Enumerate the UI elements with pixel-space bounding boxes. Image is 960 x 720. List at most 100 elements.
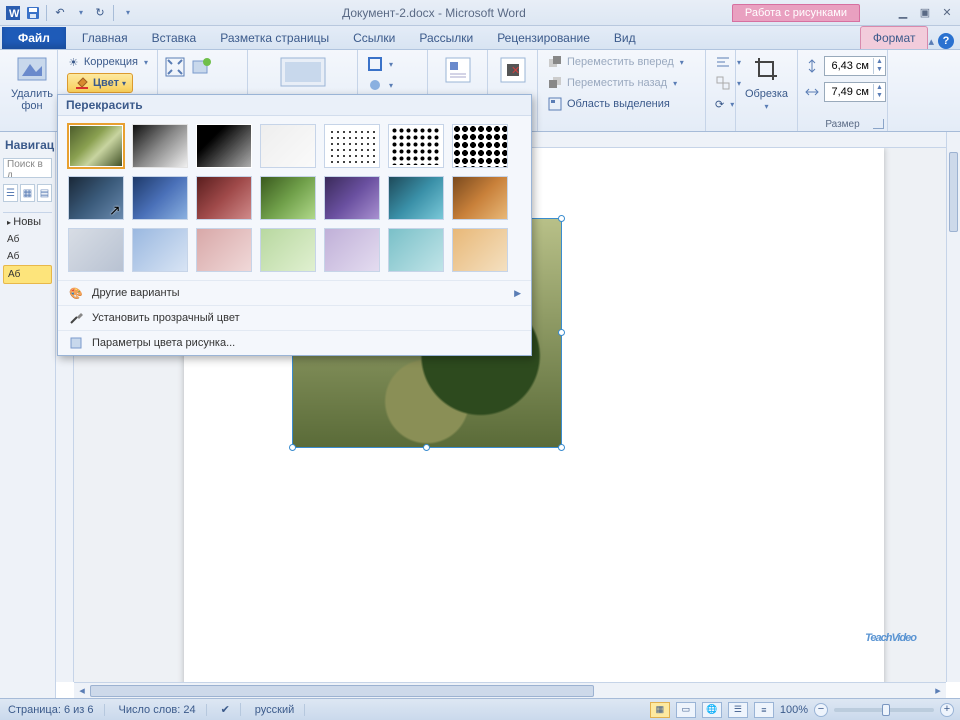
- ribbon-collapse-icon[interactable]: ▴: [928, 35, 934, 48]
- recolor-swatch-none[interactable]: [68, 124, 124, 168]
- vertical-scrollbar[interactable]: [946, 132, 960, 682]
- resize-handle-e[interactable]: [558, 329, 565, 336]
- recolor-swatch[interactable]: [68, 228, 124, 272]
- scroll-right-icon[interactable]: ▸: [930, 684, 946, 698]
- tab-file[interactable]: Файл: [2, 27, 66, 49]
- recolor-swatch-hover[interactable]: [68, 176, 124, 220]
- tab-mailings[interactable]: Рассылки: [407, 27, 485, 49]
- status-page[interactable]: Страница: 6 из 6: [6, 704, 105, 716]
- close-icon[interactable]: ✕: [938, 6, 956, 20]
- nav-heading-new[interactable]: ▸ Новы: [3, 213, 52, 231]
- tab-view[interactable]: Вид: [602, 27, 648, 49]
- save-icon[interactable]: [24, 4, 42, 22]
- recolor-swatch[interactable]: [196, 228, 252, 272]
- view-outline[interactable]: ☰: [728, 702, 748, 718]
- help-icon[interactable]: ?: [938, 33, 954, 49]
- undo-icon[interactable]: ↶: [51, 4, 69, 22]
- recolor-swatch[interactable]: [324, 176, 380, 220]
- recolor-swatch[interactable]: [260, 124, 316, 168]
- tab-references[interactable]: Ссылки: [341, 27, 407, 49]
- picture-styles-gallery-icon[interactable]: [279, 54, 327, 90]
- scroll-left-icon[interactable]: ◂: [74, 684, 90, 698]
- recolor-swatch[interactable]: [132, 124, 188, 168]
- recolor-swatch[interactable]: [388, 176, 444, 220]
- recolor-swatch[interactable]: [452, 228, 508, 272]
- resize-handle-se[interactable]: [558, 444, 565, 451]
- nav-item-selected[interactable]: Аб: [3, 265, 52, 284]
- nav-item[interactable]: Аб: [3, 248, 52, 265]
- recolor-swatch[interactable]: [324, 124, 380, 168]
- redo-icon[interactable]: ↻: [91, 4, 109, 22]
- nav-item[interactable]: Аб: [3, 231, 52, 248]
- recolor-swatch[interactable]: [260, 228, 316, 272]
- color-button[interactable]: Цвет ▾: [64, 73, 151, 93]
- recolor-swatch[interactable]: [452, 176, 508, 220]
- corrections-button[interactable]: ☀ Коррекция: [64, 52, 151, 72]
- recolor-swatch[interactable]: [388, 228, 444, 272]
- compress-pictures-icon[interactable]: [164, 56, 186, 78]
- recolor-swatch[interactable]: [196, 176, 252, 220]
- recolor-swatch[interactable]: [388, 124, 444, 168]
- navigation-title: Навигац: [3, 136, 52, 154]
- scroll-thumb-h[interactable]: [90, 685, 594, 697]
- recolor-swatch[interactable]: [452, 124, 508, 168]
- view-full-screen[interactable]: ▭: [676, 702, 696, 718]
- recolor-swatch[interactable]: [196, 124, 252, 168]
- height-input[interactable]: ▲▼: [824, 56, 886, 76]
- resize-handle-ne[interactable]: [558, 215, 565, 222]
- nav-view-pages[interactable]: ▦: [20, 184, 35, 202]
- recolor-swatch[interactable]: [260, 176, 316, 220]
- resize-handle-sw[interactable]: [289, 444, 296, 451]
- horizontal-scrollbar[interactable]: ◂ ▸: [74, 682, 946, 698]
- picture-color-options-item[interactable]: Параметры цвета рисунка...: [58, 330, 531, 355]
- status-proofing[interactable]: ✔: [219, 703, 241, 716]
- tab-insert[interactable]: Вставка: [140, 27, 209, 49]
- navigation-search[interactable]: Поиск в д: [3, 158, 52, 178]
- recolor-swatch[interactable]: [132, 176, 188, 220]
- zoom-out-button[interactable]: −: [814, 703, 828, 717]
- zoom-level[interactable]: 100%: [780, 704, 808, 716]
- undo-dropdown[interactable]: [71, 4, 89, 22]
- zoom-slider-knob[interactable]: [882, 704, 890, 716]
- change-picture-icon[interactable]: [190, 56, 212, 78]
- zoom-in-button[interactable]: +: [940, 703, 954, 717]
- width-up[interactable]: ▲: [874, 84, 885, 92]
- align-button[interactable]: [712, 52, 729, 72]
- word-app-icon[interactable]: W: [4, 4, 22, 22]
- width-down[interactable]: ▼: [874, 92, 885, 100]
- scroll-thumb[interactable]: [949, 152, 958, 232]
- status-language[interactable]: русский: [253, 704, 305, 716]
- tab-home[interactable]: Главная: [70, 27, 140, 49]
- remove-background-button[interactable]: Удалить фон: [6, 52, 58, 114]
- status-word-count[interactable]: Число слов: 24: [117, 704, 207, 716]
- wrap-text-button[interactable]: ✕: [497, 54, 529, 86]
- tab-page-layout[interactable]: Разметка страницы: [208, 27, 341, 49]
- recolor-swatch[interactable]: [324, 228, 380, 272]
- height-up[interactable]: ▲: [874, 58, 885, 66]
- nav-view-results[interactable]: ▤: [37, 184, 52, 202]
- width-input[interactable]: ▲▼: [824, 82, 886, 102]
- view-draft[interactable]: ≡: [754, 702, 774, 718]
- recolor-swatch[interactable]: [132, 228, 188, 272]
- tab-format[interactable]: Формат: [860, 26, 929, 49]
- picture-effects-button[interactable]: [364, 75, 421, 95]
- more-variations-item[interactable]: 🎨 Другие варианты ▶: [58, 280, 531, 305]
- qat-customize[interactable]: [118, 4, 136, 22]
- nav-view-headings[interactable]: ☰: [3, 184, 18, 202]
- tab-review[interactable]: Рецензирование: [485, 27, 602, 49]
- view-web-layout[interactable]: 🌐: [702, 702, 722, 718]
- position-button[interactable]: [442, 54, 474, 86]
- rotate-button[interactable]: ⟳: [712, 94, 729, 114]
- picture-border-button[interactable]: [364, 54, 421, 74]
- crop-button[interactable]: Обрезка ▾: [741, 52, 793, 113]
- set-transparent-color-item[interactable]: Установить прозрачный цвет: [58, 305, 531, 330]
- selection-pane-button[interactable]: Область выделения: [544, 94, 699, 114]
- view-print-layout[interactable]: ▦: [650, 702, 670, 718]
- minimize-icon[interactable]: ▁: [894, 6, 912, 20]
- zoom-slider[interactable]: [834, 708, 934, 712]
- size-dialog-launcher[interactable]: [873, 119, 884, 129]
- height-down[interactable]: ▼: [874, 66, 885, 74]
- restore-icon[interactable]: ▣: [916, 6, 934, 20]
- resize-handle-s[interactable]: [423, 444, 430, 451]
- eyedropper-icon: [68, 310, 84, 326]
